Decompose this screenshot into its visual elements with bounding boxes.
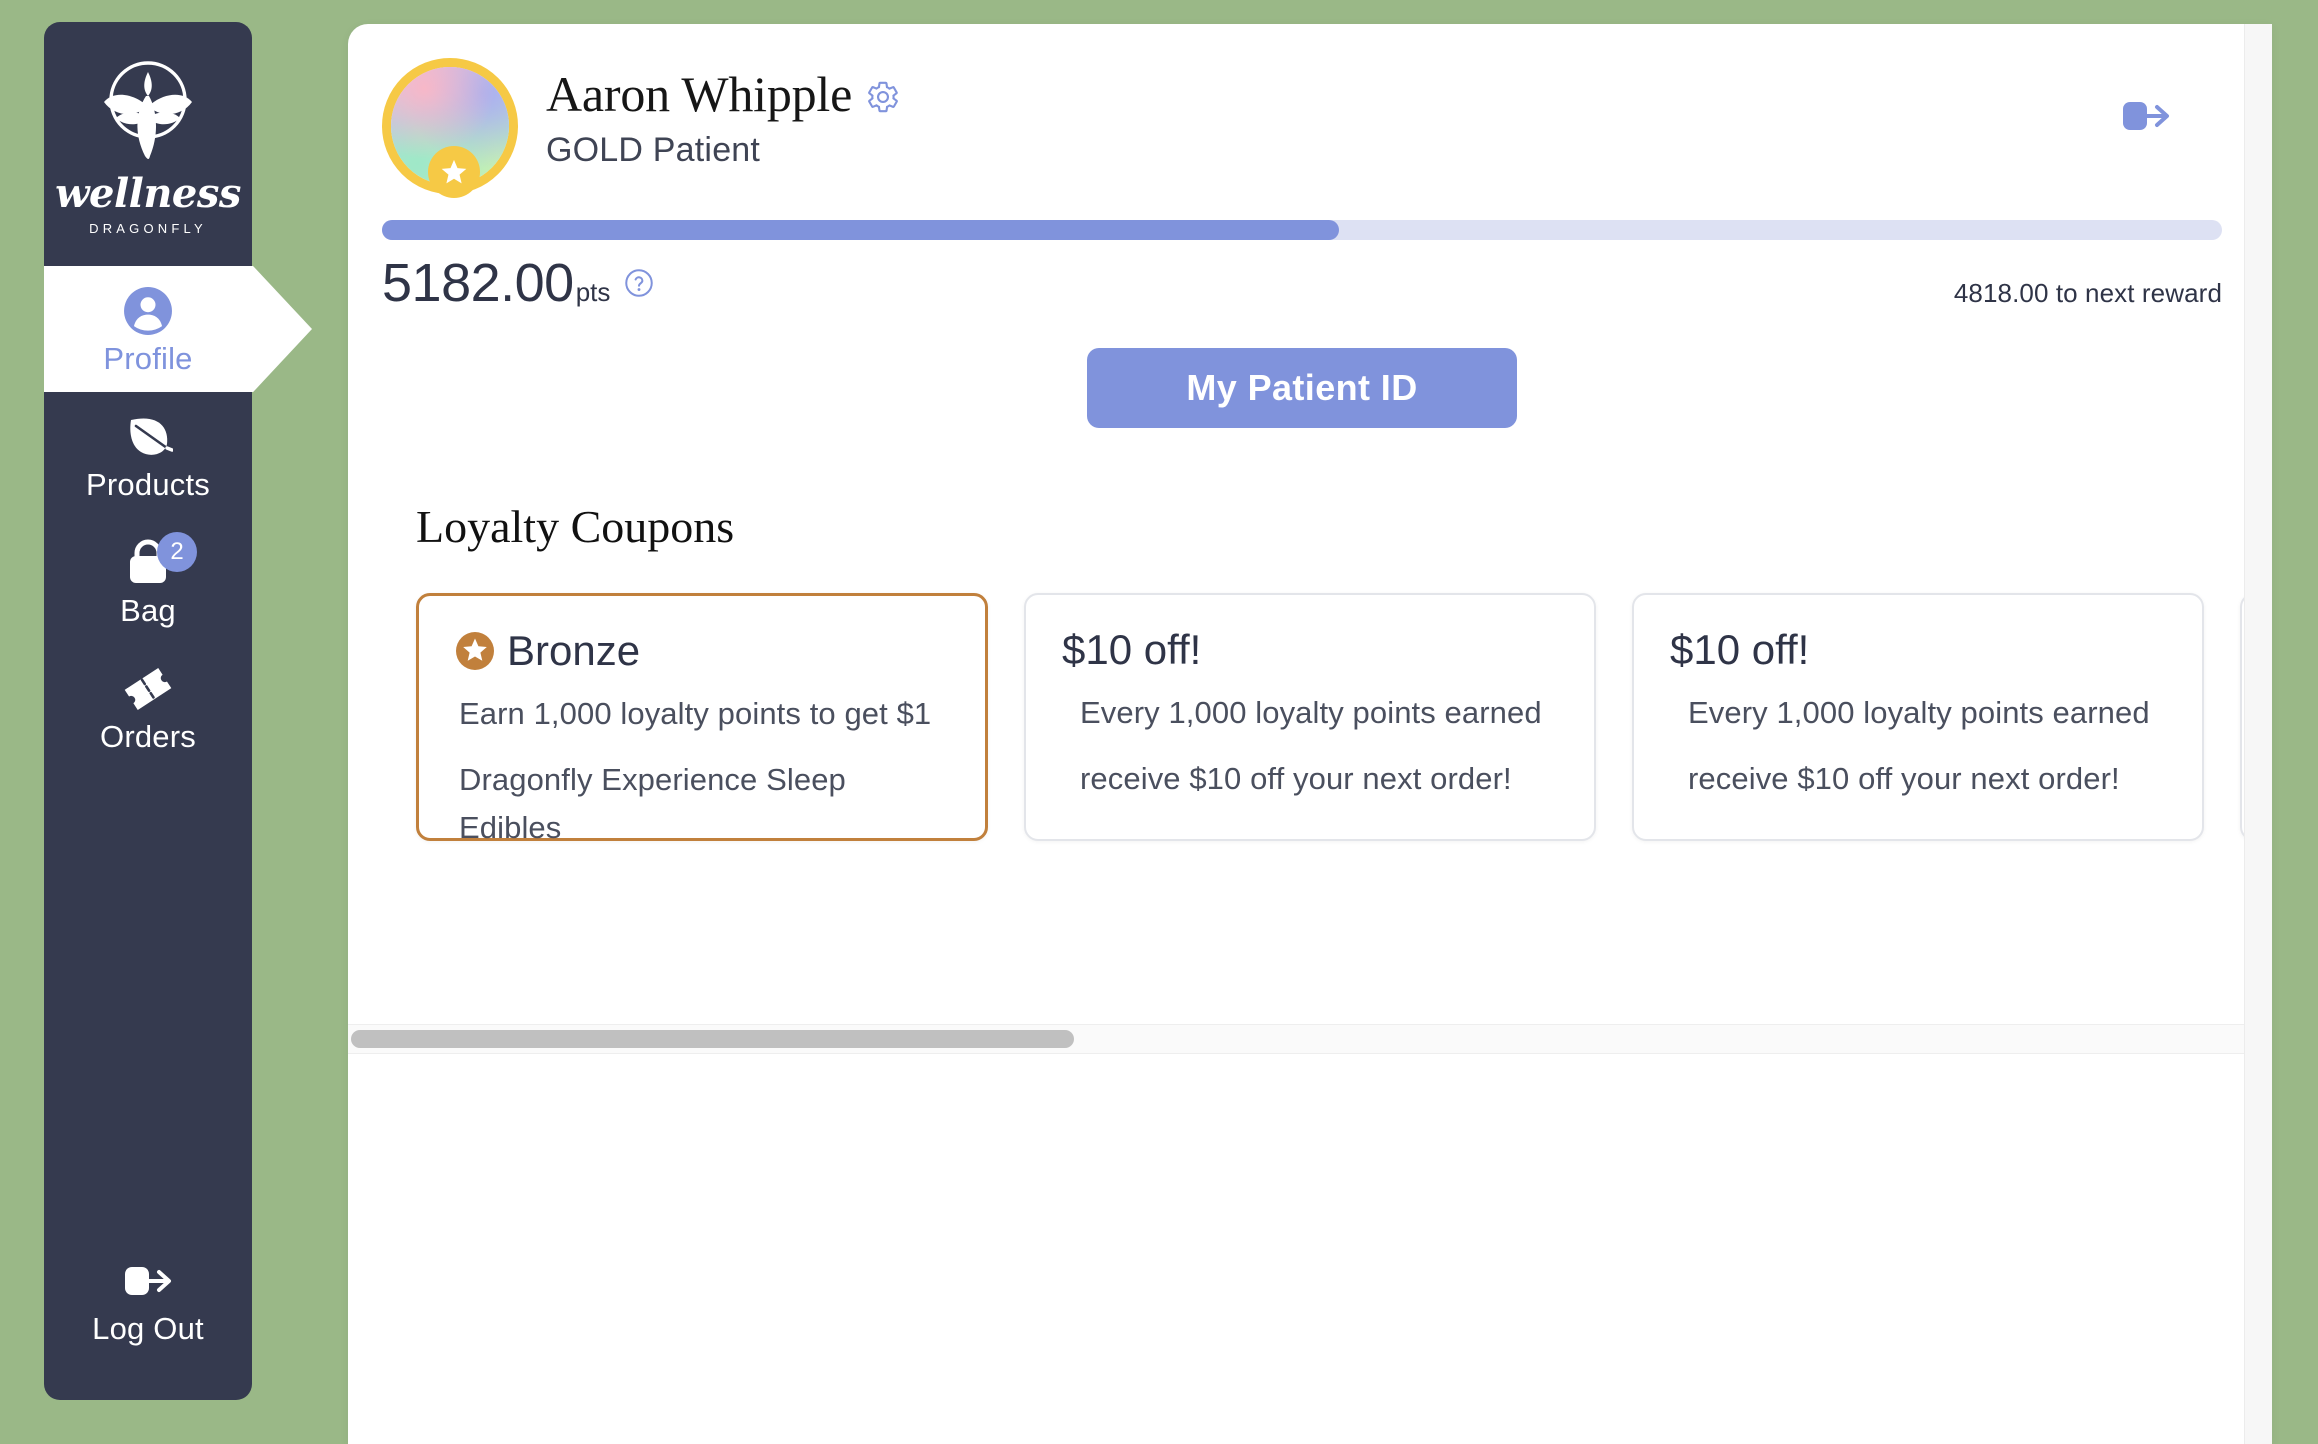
loyalty-progress-section: 5182.00 pts 4818.00 to next reward <box>348 198 2272 314</box>
points-block: 5182.00 pts <box>382 252 654 314</box>
sidebar-item-label-logout: Log Out <box>92 1310 204 1346</box>
coupon-title: $10 off! <box>1062 626 1202 673</box>
coupon-description-line1: Earn 1,000 loyalty points to get $1 <box>459 696 932 731</box>
coupon-head: Bronze <box>455 630 949 672</box>
patient-id-row: My Patient ID <box>348 348 2222 428</box>
loyalty-progress-meta: 5182.00 pts 4818.00 to next reward <box>382 252 2222 314</box>
sidebar-item-label-bag: Bag <box>120 593 176 629</box>
identity-block: Aaron Whipple GOLD Patient <box>546 58 900 170</box>
next-reward-text: 4818.00 to next reward <box>1953 278 2222 308</box>
shopping-bag-icon: 2 <box>125 532 197 590</box>
avatar[interactable] <box>382 58 518 198</box>
profile-identity-row: Aaron Whipple GOLD Patient <box>382 58 2212 198</box>
coupon-card-10-off-1[interactable]: $10 off! Every 1,000 loyalty points earn… <box>1024 593 1596 841</box>
coupon-description-line1: Every 1,000 loyalty points earned <box>1080 695 1542 730</box>
ticket-icon <box>122 662 174 716</box>
coupon-description-line2: receive $10 off your next order! <box>1688 761 2120 797</box>
sidebar: wellness DRAGONFLY Profile Products 2 Ba… <box>44 22 312 1400</box>
coupon-card-bronze[interactable]: Bronze Earn 1,000 loyalty points to get … <box>416 593 988 845</box>
logout-icon <box>2123 102 2169 130</box>
sidebar-item-profile[interactable]: Profile <box>44 266 312 393</box>
panel-vertical-scrollbar[interactable] <box>2244 24 2272 1444</box>
logout-icon <box>122 1254 174 1308</box>
coupon-title: Bronze <box>507 627 641 674</box>
loyalty-progress-fill <box>382 220 1339 240</box>
patient-name-row: Aaron Whipple <box>546 68 900 121</box>
status-badge: GOLD Patient <box>546 130 761 169</box>
coupon-description-line2: receive $10 off your next order! <box>1080 761 1512 797</box>
question-circle-icon[interactable] <box>624 268 654 298</box>
my-patient-id-button[interactable]: My Patient ID <box>1087 348 1517 428</box>
main-panel: Aaron Whipple GOLD Patient 5182.00 pts 4… <box>348 24 2272 1444</box>
dragonfly-lotus-icon <box>88 56 208 172</box>
brand-logo: wellness DRAGONFLY <box>55 56 241 236</box>
coupon-title: $10 off! <box>1670 626 1810 673</box>
points-unit: pts <box>575 277 611 307</box>
coupons-section-title: Loyalty Coupons <box>416 501 735 552</box>
loyalty-coupons-section: Loyalty Coupons Bronze Earn 1,000 loyalt… <box>348 500 2272 851</box>
coupon-card-10-off-2[interactable]: $10 off! Every 1,000 loyalty points earn… <box>1632 593 2204 841</box>
loyalty-progress-bar <box>382 220 2222 240</box>
brand-subtitle: DRAGONFLY <box>89 221 207 236</box>
sidebar-item-label-profile: Profile <box>103 341 193 376</box>
coupon-description-line2: Dragonfly Experience Sleep Edibles <box>459 762 846 846</box>
sidebar-item-label-orders: Orders <box>100 719 196 755</box>
sidebar-item-products[interactable]: Products <box>44 392 252 518</box>
sidebar-item-label-products: Products <box>86 467 210 503</box>
app-root: wellness DRAGONFLY Profile Products 2 Ba… <box>0 0 2318 1444</box>
coupon-head: $10 off! <box>1670 629 2166 671</box>
sidebar-item-orders[interactable]: Orders <box>44 644 252 770</box>
bronze-star-icon <box>455 631 495 671</box>
brand-name: wellness <box>55 170 241 217</box>
header-logout-button[interactable] <box>2120 96 2172 136</box>
leaf-icon <box>123 410 173 464</box>
sidebar-nav-list: Profile Products 2 Bag Orders <box>44 266 312 770</box>
bag-badge-count: 2 <box>157 532 197 573</box>
coupons-scrollbar-thumb[interactable] <box>351 1030 1074 1048</box>
sidebar-item-logout[interactable]: Log Out <box>44 1236 252 1362</box>
panel-empty-area <box>348 1056 2244 1444</box>
coupon-head: $10 off! <box>1062 629 1558 671</box>
page-title: Aaron Whipple <box>546 66 853 122</box>
star-icon <box>428 146 480 198</box>
coupon-description-line1: Every 1,000 loyalty points earned <box>1688 695 2150 730</box>
user-circle-icon <box>123 284 173 338</box>
coupons-horizontal-scrollbar[interactable] <box>348 1024 2244 1054</box>
sidebar-item-bag[interactable]: 2 Bag <box>44 518 252 644</box>
gear-icon[interactable] <box>866 80 900 114</box>
points-value: 5182.00 <box>382 253 574 313</box>
profile-header: Aaron Whipple GOLD Patient <box>348 24 2272 198</box>
coupons-carousel[interactable]: Bronze Earn 1,000 loyalty points to get … <box>382 583 2272 851</box>
